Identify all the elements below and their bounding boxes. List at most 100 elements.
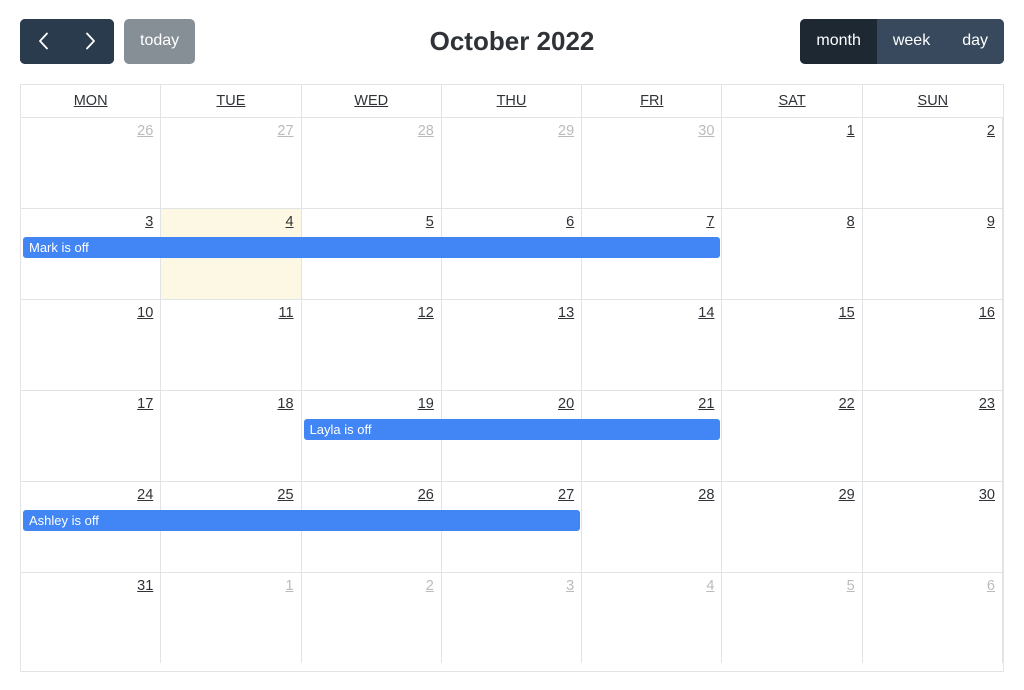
day-number[interactable]: 8 <box>722 213 855 231</box>
day-cell[interactable]: 16 <box>862 300 1003 391</box>
day-number[interactable]: 26 <box>302 486 434 504</box>
day-number[interactable]: 17 <box>21 395 153 413</box>
week-row: 26 27 28 29 30 1 2 <box>21 118 1003 209</box>
day-number[interactable]: 13 <box>442 304 574 322</box>
day-cell[interactable]: 4 <box>582 573 723 663</box>
day-number[interactable]: 23 <box>863 395 995 413</box>
day-cell[interactable]: 5 <box>722 573 863 663</box>
day-cell[interactable]: 8 <box>722 209 863 300</box>
day-number[interactable]: 29 <box>442 122 574 140</box>
weekday-header-row: MON TUE WED THU FRI SAT SUN <box>21 84 1003 118</box>
day-cell[interactable]: 27 <box>161 118 302 209</box>
calendar-toolbar: today October 2022 month week day <box>0 0 1024 82</box>
day-number[interactable]: 28 <box>582 486 714 504</box>
weekday-header-sat: SAT <box>722 85 863 118</box>
day-number[interactable]: 1 <box>722 122 855 140</box>
weekday-header-sun: SUN <box>862 85 1003 118</box>
weekday-header-thu: THU <box>441 85 583 118</box>
day-number[interactable]: 14 <box>582 304 714 322</box>
day-cell[interactable]: 22 <box>722 391 863 482</box>
day-number[interactable]: 28 <box>302 122 434 140</box>
day-cell[interactable]: 1 <box>161 573 302 663</box>
day-number[interactable]: 10 <box>21 304 153 322</box>
day-number[interactable]: 19 <box>302 395 434 413</box>
day-number[interactable]: 3 <box>21 213 153 231</box>
calendar-event[interactable]: Mark is off <box>23 237 721 258</box>
day-cell[interactable]: 29 <box>722 482 863 573</box>
day-number[interactable]: 20 <box>442 395 574 413</box>
calendar-event[interactable]: Ashley is off <box>23 510 581 531</box>
day-number[interactable]: 30 <box>582 122 714 140</box>
day-cell[interactable]: 1 <box>722 118 863 209</box>
day-number[interactable]: 3 <box>442 577 574 595</box>
weekday-label: THU <box>496 93 527 109</box>
chevron-right-icon <box>85 32 96 50</box>
day-cell[interactable]: 29 <box>441 118 583 209</box>
day-number[interactable]: 21 <box>582 395 714 413</box>
day-number[interactable]: 2 <box>302 577 434 595</box>
day-number[interactable]: 9 <box>863 213 995 231</box>
day-number[interactable]: 18 <box>161 395 293 413</box>
day-cell[interactable]: 28 <box>301 118 442 209</box>
day-number[interactable]: 6 <box>442 213 574 231</box>
day-cell[interactable]: 3 <box>442 573 583 663</box>
next-month-button[interactable] <box>67 18 114 64</box>
day-number[interactable]: 22 <box>722 395 855 413</box>
calendar-event[interactable]: Layla is off <box>303 419 721 440</box>
day-number[interactable]: 16 <box>863 304 995 322</box>
day-number[interactable]: 26 <box>21 122 153 140</box>
day-number[interactable]: 6 <box>863 577 995 595</box>
day-cell[interactable]: 13 <box>441 300 583 391</box>
day-cell[interactable]: 10 <box>21 300 162 391</box>
prev-month-button[interactable] <box>20 18 67 64</box>
day-number[interactable]: 11 <box>161 304 294 322</box>
weekday-label: SAT <box>778 93 806 109</box>
day-number[interactable]: 4 <box>582 577 714 595</box>
toolbar-left-group: today <box>20 18 196 64</box>
weekday-label: WED <box>354 93 389 109</box>
weekday-header-tue: TUE <box>161 85 302 118</box>
day-number[interactable]: 30 <box>863 486 995 504</box>
day-cell[interactable]: 18 <box>161 391 302 482</box>
day-number[interactable]: 25 <box>161 486 293 504</box>
week-row: 17 18 19 20 21 22 23 Layla is off <box>21 391 1003 482</box>
day-cell[interactable]: 6 <box>863 573 1003 663</box>
day-number[interactable]: 5 <box>722 577 855 595</box>
week-rows: 26 27 28 29 30 1 2 3 4 5 6 7 8 9 Mark is off 10 11 12 13 14… <box>21 118 1003 663</box>
day-cell[interactable]: 26 <box>21 118 162 209</box>
day-number[interactable]: 2 <box>863 122 995 140</box>
day-cell[interactable]: 31 <box>21 573 162 663</box>
day-cell[interactable]: 11 <box>161 300 302 391</box>
weekday-label: SUN <box>917 93 949 109</box>
view-button-day[interactable]: day <box>946 18 1004 64</box>
day-cell[interactable]: 15 <box>722 300 863 391</box>
day-cell[interactable]: 2 <box>862 118 1003 209</box>
day-number[interactable]: 5 <box>302 213 434 231</box>
day-cell[interactable]: 30 <box>862 482 1003 573</box>
day-cell[interactable]: 9 <box>862 209 1003 300</box>
day-number[interactable]: 27 <box>161 122 293 140</box>
day-number[interactable]: 7 <box>582 213 714 231</box>
day-cell[interactable]: 23 <box>862 391 1003 482</box>
chevron-left-icon <box>38 32 49 50</box>
today-button[interactable]: today <box>124 18 196 64</box>
day-cell[interactable]: 2 <box>302 573 442 663</box>
view-button-month[interactable]: month <box>800 18 877 64</box>
day-cell[interactable]: 30 <box>582 118 723 209</box>
day-cell[interactable]: 14 <box>582 300 723 391</box>
day-number[interactable]: 29 <box>722 486 855 504</box>
day-number[interactable]: 31 <box>21 577 153 595</box>
view-button-week[interactable]: week <box>876 18 947 64</box>
day-cell[interactable]: 28 <box>582 482 723 573</box>
day-number[interactable]: 15 <box>722 304 855 322</box>
day-number[interactable]: 4 <box>161 213 293 231</box>
day-cell[interactable]: 17 <box>21 391 162 482</box>
week-row: 10 11 12 13 14 15 16 <box>21 300 1003 391</box>
day-number[interactable]: 1 <box>161 577 293 595</box>
calendar-app: today October 2022 month week day MON TU… <box>0 0 1024 690</box>
weekday-header-fri: FRI <box>582 85 723 118</box>
day-number[interactable]: 12 <box>302 304 434 322</box>
day-cell[interactable]: 12 <box>301 300 442 391</box>
day-number[interactable]: 27 <box>442 486 574 504</box>
day-number[interactable]: 24 <box>21 486 153 504</box>
